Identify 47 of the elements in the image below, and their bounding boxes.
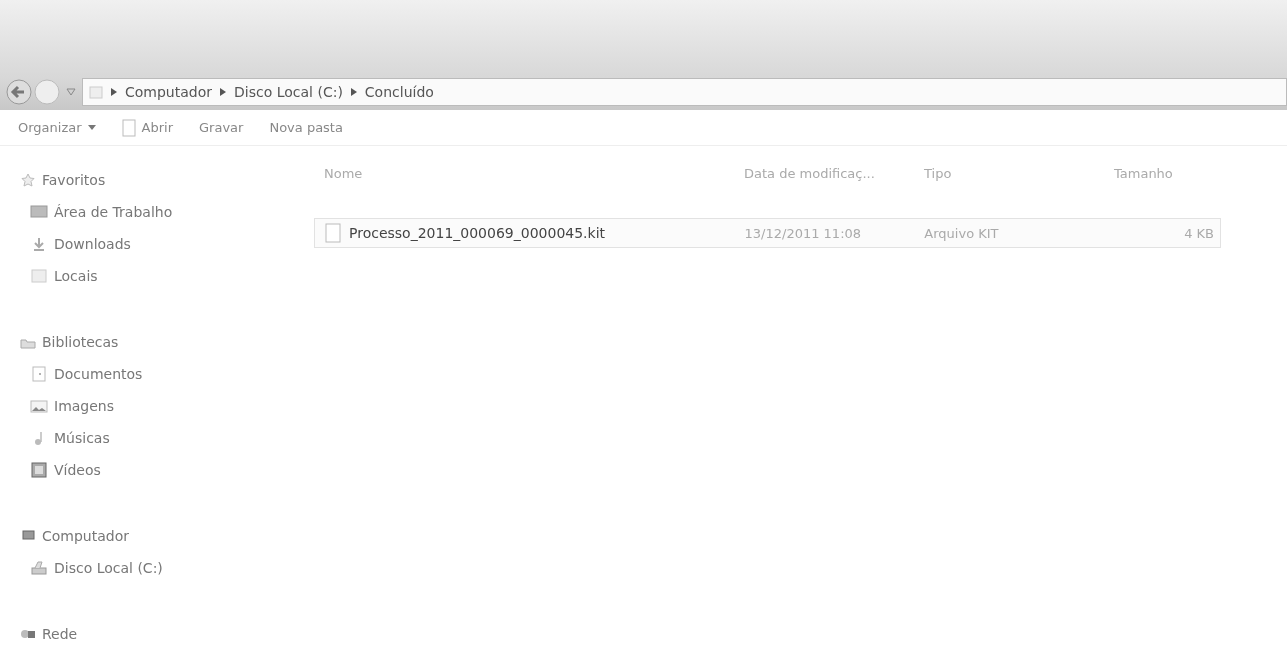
column-header[interactable]: Tipo [924,165,1114,181]
image-icon [30,398,48,414]
breadcrumb-item[interactable]: Computador [125,84,212,100]
file-size: 4 KB [1183,225,1215,241]
document-icon [30,366,48,382]
forward-button[interactable] [34,79,60,105]
toolbar-button[interactable]: Gravar [195,118,248,137]
sidebar-item[interactable]: Downloads [0,228,290,260]
sidebar-item[interactable]: Documentos [0,358,290,390]
address-bar[interactable]: Computador Disco Local (C:) Concluído [82,78,1287,106]
sidebar-group[interactable]: Bibliotecas [0,326,290,358]
column-header[interactable]: Tamanho [1114,165,1214,181]
file-row[interactable]: Processo_2011_000069_0000045.kit 13/12/2011 11:08 Arquivo KIT 4 KB [314,218,1221,248]
caret-icon [87,125,96,130]
file-icon [325,223,341,243]
toolbar-button[interactable]: Abrir [117,116,177,139]
sidebar-item[interactable]: Imagens [0,390,290,422]
sidebar-item[interactable]: Vídeos [0,454,290,486]
sidebar-item[interactable]: Músicas [0,422,290,454]
column-header[interactable]: Nome [314,165,744,181]
sidebar-group[interactable]: Favoritos [0,164,290,196]
sidebar-group[interactable]: Computador [0,520,290,552]
back-button[interactable] [6,79,32,105]
toolbar-button[interactable]: Nova pasta [265,118,347,137]
sidebar-item[interactable]: Área de Trabalho [0,196,290,228]
drive-icon [30,560,48,576]
breadcrumb-item[interactable]: Disco Local (C:) [234,84,343,100]
desktop-icon [30,204,48,220]
file-icon [121,118,136,137]
dropdown-icon[interactable] [66,88,76,96]
file-date: 13/12/2011 11:08 [744,225,863,241]
breadcrumb-item[interactable]: Concluído [364,84,434,100]
file-type: Arquivo KIT [924,225,1000,241]
chevron-icon [111,88,117,96]
organize-menu[interactable]: Organizar [14,118,100,137]
chevron-icon [220,88,226,96]
computer-icon [20,529,36,543]
network-icon [20,627,36,641]
file-name: Processo_2011_000069_0000045.kit [349,225,606,241]
sidebar-item[interactable]: Locais [0,260,290,292]
column-header[interactable]: Data de modificaç... [744,165,924,181]
video-icon [30,462,48,478]
sidebar-group[interactable]: Rede [0,618,290,650]
folder-icon [89,84,103,100]
sidebar-item[interactable]: Disco Local (C:) [0,552,290,584]
star-icon [20,173,36,187]
chevron-icon [350,88,357,96]
